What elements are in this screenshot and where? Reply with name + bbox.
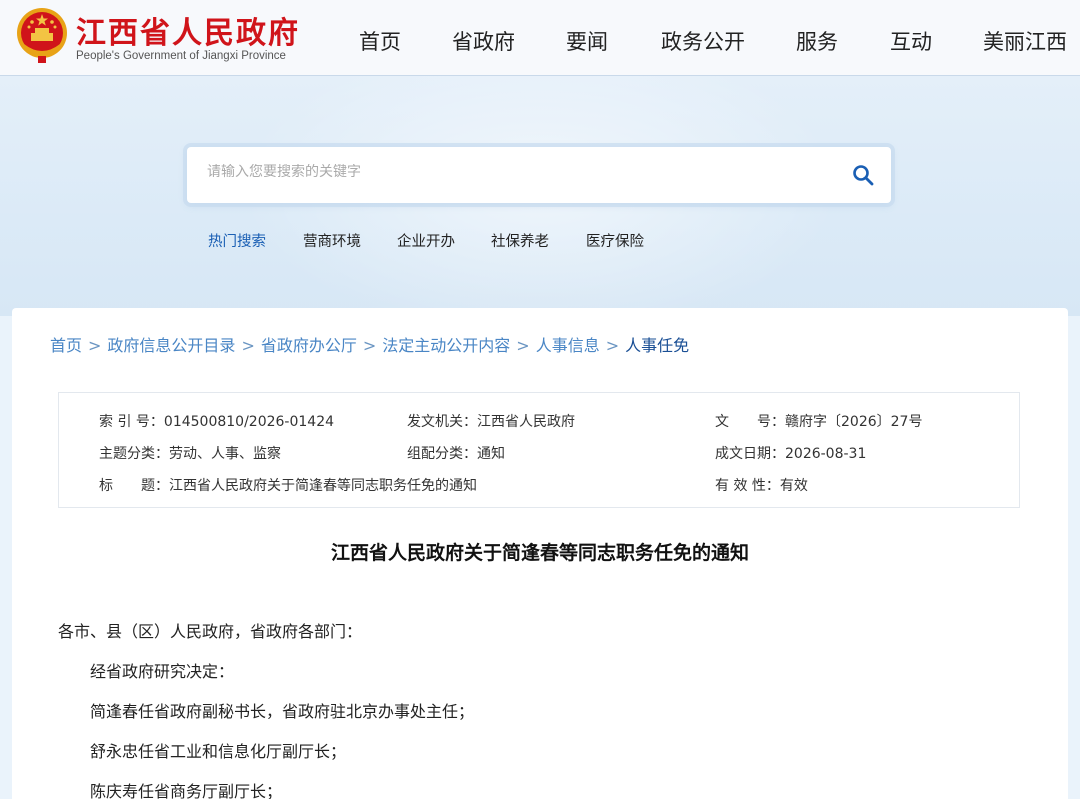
meta-value: 江西省人民政府 [477,414,575,430]
breadcrumb-current[interactable]: 人事任免 [625,336,689,355]
nav-item-gov-affairs[interactable]: 政务公开 [661,26,745,56]
meta-doc-number: 文 号：赣府字〔2026〕27号 [715,411,922,431]
meta-label: 成文日期： [715,446,785,462]
national-emblem-icon [17,8,67,63]
meta-label: 文 号： [715,414,785,430]
meta-index: 索 引 号：014500810/2026-01424 [99,411,334,431]
meta-title: 标 题：江西省人民政府关于简逢春等同志职务任免的通知 [99,475,477,495]
meta-validity: 有 效 性：有效 [715,475,808,495]
meta-label: 标 题： [99,478,169,494]
document-salutation: 各市、县（区）人民政府，省政府各部门： [58,622,363,641]
site-header: 江西省人民政府 People's Government of Jiangxi P… [0,0,1080,76]
document-paragraph: 经省政府研究决定： [90,662,235,681]
logo-title-cn: 江西省人民政府 [76,16,300,51]
hot-search-item[interactable]: 医疗保险 [586,230,644,251]
nav-item-beautiful-jiangxi[interactable]: 美丽江西 [983,26,1067,56]
breadcrumb-item[interactable]: 首页 [50,336,82,355]
meta-label: 有 效 性： [715,478,780,494]
breadcrumb-item[interactable]: 人事信息 [536,336,600,355]
content-card: 首页 > 政府信息公开目录 > 省政府办公厅 > 法定主动公开内容 > 人事信息 > 人事任免 索 … [12,308,1068,799]
site-logo[interactable]: 江西省人民政府 People's Government of Jiangxi P… [14,6,298,68]
breadcrumb: 首页 > 政府信息公开目录 > 省政府办公厅 > 法定主动公开内容 > 人事信息 > 人事任免 [50,332,689,356]
meta-value: 通知 [477,446,505,462]
logo-title-en: People's Government of Jiangxi Province [76,50,286,62]
nav-item-interaction[interactable]: 互动 [890,26,932,56]
breadcrumb-item[interactable]: 法定主动公开内容 [382,336,510,355]
hot-search-item[interactable]: 社保养老 [491,230,549,251]
meta-value: 2026-08-31 [785,446,867,462]
meta-value: 有效 [779,478,808,494]
hot-search-item[interactable]: 企业开办 [397,230,455,251]
breadcrumb-item[interactable]: 政府信息公开目录 [107,336,235,355]
meta-issuer: 发文机关：江西省人民政府 [407,411,575,431]
search-icon[interactable] [851,163,875,187]
meta-category: 组配分类：通知 [407,443,505,463]
meta-value: 赣府字〔2026〕27号 [785,414,923,430]
meta-label: 索 引 号： [99,414,164,430]
meta-label: 组配分类： [407,446,477,462]
nav-item-services[interactable]: 服务 [796,26,838,56]
hot-search-item[interactable]: 营商环境 [303,230,361,251]
meta-label: 主题分类： [99,446,169,462]
nav-item-news[interactable]: 要闻 [566,26,608,56]
search-banner: 热门搜索 营商环境 企业开办 社保养老 医疗保险 [0,76,1080,316]
hot-search-label: 热门搜索 [208,234,266,250]
meta-value: 014500810/2026-01424 [163,414,335,430]
document-title: 江西省人民政府关于简逢春等同志职务任免的通知 [330,542,749,564]
meta-label: 发文机关： [407,414,477,430]
meta-value: 劳动、人事、监察 [169,446,281,462]
search-input[interactable] [207,164,807,180]
meta-date: 成文日期：2026-08-31 [715,443,866,463]
breadcrumb-separator: > [362,336,377,355]
breadcrumb-separator: > [241,336,255,355]
search-box [187,147,891,203]
document-paragraph: 陈庆寿任省商务厅副厅长； [90,782,283,799]
nav-item-home[interactable]: 首页 [359,26,401,56]
breadcrumb-separator: > [605,336,620,355]
breadcrumb-separator: > [516,336,530,355]
document-metadata: 索 引 号：014500810/2026-01424 发文机关：江西省人民政府 … [58,392,1020,508]
document-paragraph: 舒永忠任省工业和信息化厅副厅长； [90,742,347,761]
meta-value: 江西省人民政府关于简逢春等同志职务任免的通知 [169,478,477,494]
document-paragraph: 简逢春任省政府副秘书长，省政府驻北京办事处主任； [90,702,475,721]
meta-topic: 主题分类：劳动、人事、监察 [99,443,281,463]
breadcrumb-item[interactable]: 省政府办公厅 [261,336,357,355]
nav-item-provincial-gov[interactable]: 省政府 [452,26,515,56]
breadcrumb-separator: > [88,336,102,355]
